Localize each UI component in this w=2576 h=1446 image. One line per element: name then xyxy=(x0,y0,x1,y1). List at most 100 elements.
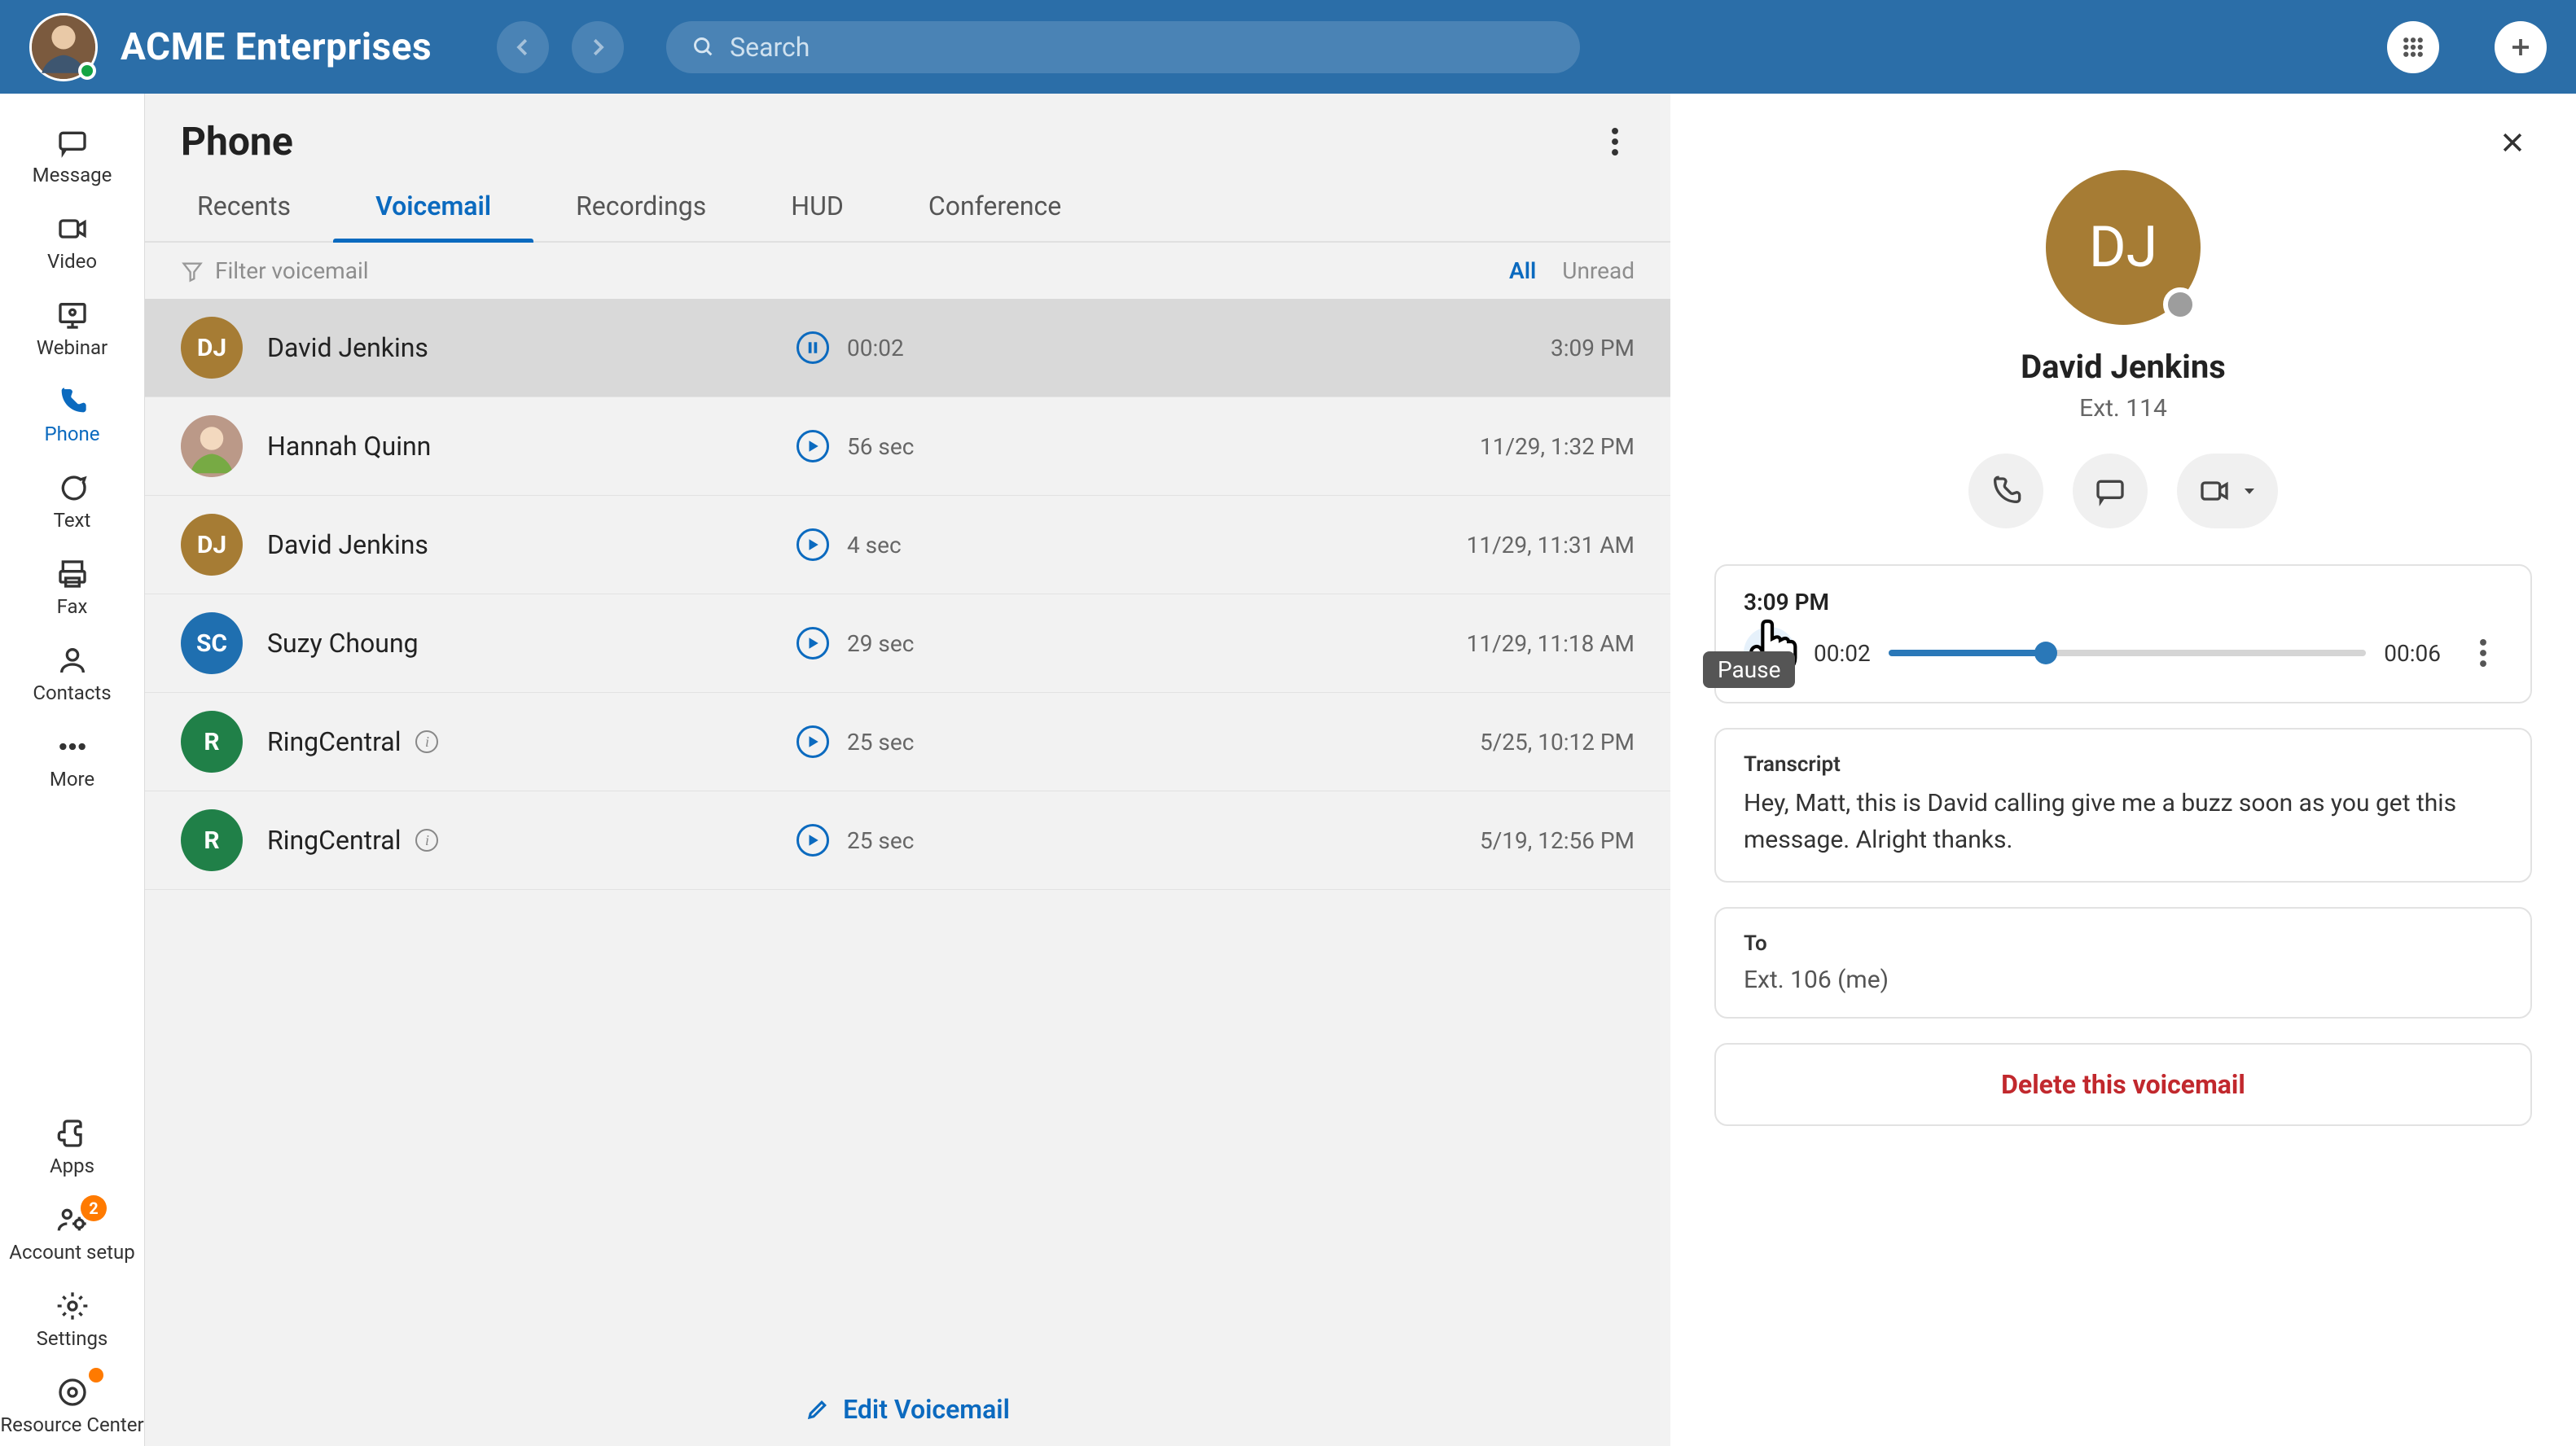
voicemail-panel: Phone Recents Voicemail Recordings HUD C… xyxy=(145,94,1670,1446)
phone-options-button[interactable] xyxy=(1595,122,1635,161)
sidebar-item-webinar[interactable]: Webinar xyxy=(0,286,144,369)
voicemail-time: 11/29, 11:18 AM xyxy=(1130,630,1635,657)
filter-icon xyxy=(181,260,204,283)
tab-hud[interactable]: HUD xyxy=(748,174,886,241)
voicemail-sender: Hannah Quinn xyxy=(267,431,431,462)
voicemail-sender: David Jenkins xyxy=(267,332,428,363)
account-setup-badge: 2 xyxy=(81,1195,107,1221)
transcript-text: Hey, Matt, this is David calling give me… xyxy=(1744,785,2503,858)
search-input[interactable] xyxy=(730,32,1554,63)
message-icon xyxy=(55,125,90,160)
video-icon xyxy=(55,211,90,247)
phone-tabs: Recents Voicemail Recordings HUD Confere… xyxy=(145,174,1670,243)
to-label: To xyxy=(1744,931,2503,956)
webinar-icon xyxy=(55,297,90,333)
tab-voicemail[interactable]: Voicemail xyxy=(333,174,533,241)
phone-icon xyxy=(55,383,90,419)
play-icon-button[interactable] xyxy=(796,627,829,659)
sidebar-item-apps[interactable]: Apps xyxy=(0,1104,144,1187)
message-button[interactable] xyxy=(2073,454,2148,528)
avatar: DJ xyxy=(181,317,243,379)
sidebar-item-message[interactable]: Message xyxy=(0,113,144,196)
player-track[interactable] xyxy=(1889,650,2367,656)
voicemail-row[interactable]: SCSuzy Choung29 sec11/29, 11:18 AM xyxy=(145,594,1670,693)
voicemail-duration: 56 sec xyxy=(847,433,914,460)
contact-extension: Ext. 114 xyxy=(2079,394,2167,423)
play-icon-button[interactable] xyxy=(796,430,829,462)
to-value: Ext. 106 (me) xyxy=(1744,966,2503,994)
message-icon xyxy=(2094,475,2126,507)
call-button[interactable] xyxy=(1968,454,2043,528)
text-icon xyxy=(55,470,90,506)
voicemail-time: 5/19, 12:56 PM xyxy=(1130,827,1635,854)
apps-icon xyxy=(55,1115,90,1151)
video-icon xyxy=(2198,475,2231,507)
nav-back-button[interactable] xyxy=(497,21,549,73)
top-bar: ACME Enterprises xyxy=(0,0,2576,94)
phone-icon xyxy=(1990,475,2022,507)
contacts-icon xyxy=(55,642,90,678)
avatar xyxy=(181,415,243,477)
voicemail-duration: 4 sec xyxy=(847,532,902,559)
edit-voicemail-button[interactable]: Edit Voicemail xyxy=(145,1373,1670,1446)
edit-icon xyxy=(805,1397,830,1422)
voicemail-duration: 25 sec xyxy=(847,729,914,756)
more-icon xyxy=(55,729,90,765)
filter-all[interactable]: All xyxy=(1509,257,1536,284)
resource-center-notif xyxy=(89,1368,103,1382)
delete-voicemail-button[interactable]: Delete this voicemail xyxy=(1714,1043,2532,1126)
new-action-button[interactable] xyxy=(2495,21,2547,73)
dialpad-button[interactable] xyxy=(2387,21,2439,73)
filter-voicemail-button[interactable]: Filter voicemail xyxy=(181,257,369,284)
play-icon-button[interactable] xyxy=(796,528,829,561)
resource-center-icon xyxy=(55,1374,90,1410)
sidebar-item-fax[interactable]: Fax xyxy=(0,545,144,628)
settings-icon xyxy=(55,1288,90,1324)
chevron-down-icon xyxy=(2242,484,2257,498)
plus-icon xyxy=(2508,35,2533,59)
sidebar-item-resource-center[interactable]: Resource Center xyxy=(0,1363,144,1446)
player-thumb[interactable] xyxy=(2034,642,2057,664)
sidebar-item-video[interactable]: Video xyxy=(0,199,144,283)
tab-conference[interactable]: Conference xyxy=(886,174,1104,241)
filter-unread[interactable]: Unread xyxy=(1562,257,1635,284)
voicemail-time: 5/25, 10:12 PM xyxy=(1130,729,1635,756)
player-duration: 00:06 xyxy=(2384,640,2441,667)
voicemail-time: 11/29, 11:31 AM xyxy=(1130,532,1635,559)
voicemail-time: 3:09 PM xyxy=(1130,335,1635,362)
current-user-avatar[interactable] xyxy=(29,13,98,81)
tab-recents[interactable]: Recents xyxy=(155,174,333,241)
nav-forward-button[interactable] xyxy=(572,21,624,73)
voicemail-timestamp: 3:09 PM xyxy=(1744,589,2503,616)
voicemail-row[interactable]: DJDavid Jenkins4 sec11/29, 11:31 AM xyxy=(145,496,1670,594)
voicemail-row[interactable]: RRingCentrali25 sec5/19, 12:56 PM xyxy=(145,791,1670,890)
sidebar-item-account-setup[interactable]: 2 Account setup xyxy=(0,1190,144,1273)
voicemail-time: 11/29, 1:32 PM xyxy=(1130,433,1635,460)
info-icon[interactable]: i xyxy=(415,829,438,852)
tab-recordings[interactable]: Recordings xyxy=(533,174,748,241)
avatar: R xyxy=(181,809,243,871)
avatar: SC xyxy=(181,612,243,674)
pause-button[interactable] xyxy=(1744,627,1796,679)
player-options-button[interactable] xyxy=(2464,633,2503,673)
sidebar: Message Video Webinar Phone Text Fax Con… xyxy=(0,94,145,1446)
sidebar-item-settings[interactable]: Settings xyxy=(0,1277,144,1360)
info-icon[interactable]: i xyxy=(415,730,438,753)
voicemail-row[interactable]: RRingCentrali25 sec5/25, 10:12 PM xyxy=(145,693,1670,791)
pause-icon xyxy=(1759,642,1780,664)
sidebar-item-text[interactable]: Text xyxy=(0,458,144,541)
play-icon-button[interactable] xyxy=(796,824,829,857)
pause-icon-button[interactable] xyxy=(796,331,829,364)
contact-name: David Jenkins xyxy=(2021,348,2226,386)
sidebar-item-phone[interactable]: Phone xyxy=(0,372,144,455)
kebab-icon xyxy=(2480,639,2486,667)
close-detail-button[interactable] xyxy=(2493,123,2532,162)
voicemail-row[interactable]: DJDavid Jenkins00:023:09 PM xyxy=(145,299,1670,397)
video-call-button[interactable] xyxy=(2177,454,2278,528)
search-box[interactable] xyxy=(666,21,1580,73)
voicemail-row[interactable]: Hannah Quinn 56 sec 11/29, 1:32 PM xyxy=(145,397,1670,496)
sidebar-item-contacts[interactable]: Contacts xyxy=(0,631,144,714)
sidebar-item-more[interactable]: More xyxy=(0,717,144,800)
play-icon-button[interactable] xyxy=(796,725,829,758)
presence-indicator xyxy=(78,62,96,80)
